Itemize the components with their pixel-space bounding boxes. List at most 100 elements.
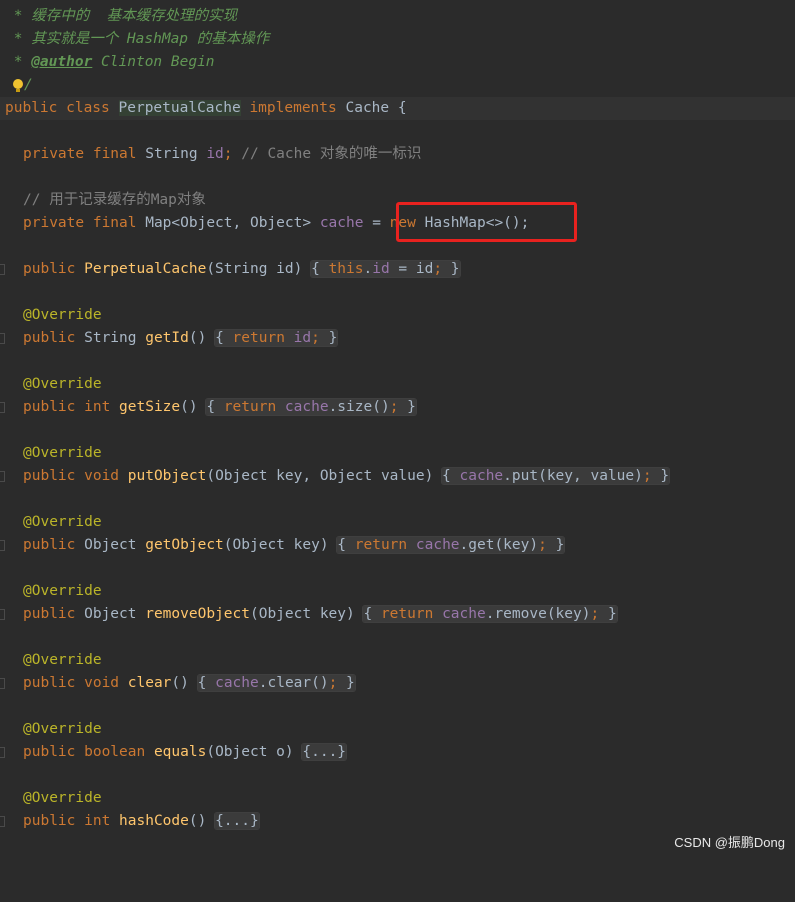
class-name[interactable]: PerpetualCache [118,100,241,116]
folded-body-placeholder[interactable]: {...} [215,813,259,829]
code-line-annotation[interactable]: @Override [0,718,795,741]
folded-body[interactable]: { this.id = id; } [311,261,460,277]
return-type: String [84,330,146,346]
folded-body[interactable]: { return cache.remove(key); } [363,606,617,622]
public-int-keywords: public int [23,813,120,829]
override-annotation: @Override [23,652,102,668]
return-type: Object [84,537,146,553]
code-line-class-declaration[interactable]: public class PerpetualCache implements C… [0,97,795,120]
public-boolean-keywords: public boolean [23,744,154,760]
public-keyword: public [23,330,85,346]
javadoc-text: * 缓存中的 基本缓存处理的实现 [5,8,238,24]
method-name-getsize[interactable]: getSize [119,399,180,415]
field-cache: cache [459,468,504,484]
field-id[interactable]: id [206,146,223,162]
code-line-annotation[interactable]: @Override [0,373,795,396]
brace-open: { [206,399,224,415]
code-line-equals[interactable]: public boolean equals(Object o) {...} [0,741,795,764]
code-line-id-field[interactable]: private final String id; // Cache 对象的唯一标… [0,143,795,166]
brace-close: } [398,399,416,415]
code-line-getsize[interactable]: public int getSize() { return cache.size… [0,396,795,419]
method-name-putobject[interactable]: putObject [128,468,207,484]
folded-body[interactable]: { return cache.get(key); } [337,537,565,553]
fold-marker-icon[interactable] [0,678,5,689]
code-line-doc-2[interactable]: * 其实就是一个 HashMap 的基本操作 [0,28,795,51]
fold-marker-icon[interactable] [0,264,5,275]
constructor-params: (String id) [206,261,312,277]
field-cache: cache [215,675,259,691]
brace-open: { [215,330,233,346]
dot: . [363,261,373,277]
code-line-doc-author[interactable]: * @author Clinton Begin [0,51,795,74]
call-expression: .get(key) [459,537,539,553]
implements-keyword: implements [240,100,346,116]
public-void-keywords: public void [23,675,128,691]
code-line-getobject[interactable]: public Object getObject(Object key) { re… [0,534,795,557]
params: (Object key) [223,537,338,553]
params: (Object o) [206,744,303,760]
code-line-removeobject[interactable]: public Object removeObject(Object key) {… [0,603,795,626]
code-line-constructor[interactable]: public PerpetualCache(String id) { this.… [0,258,795,281]
code-line-annotation[interactable]: @Override [0,511,795,534]
folded-body[interactable]: { return cache.size(); } [206,399,416,415]
folded-body[interactable]: { return id; } [215,330,338,346]
assignment: = id [389,261,434,277]
method-name-hashcode[interactable]: hashCode [119,813,189,829]
brace-close: } [442,261,460,277]
public-keyword: public [23,606,85,622]
constructor-name[interactable]: PerpetualCache [84,261,206,277]
code-line-annotation[interactable]: @Override [0,442,795,465]
fold-marker-icon[interactable] [0,471,5,482]
intention-bulb-icon[interactable] [13,79,23,92]
call-expression: .remove(key) [485,606,591,622]
brace-close: } [651,468,670,484]
override-annotation: @Override [23,514,102,530]
method-name-removeobject[interactable]: removeObject [145,606,250,622]
fold-marker-icon[interactable] [0,402,5,413]
code-line-clear[interactable]: public void clear() { cache.clear(); } [0,672,795,695]
folded-body-placeholder[interactable]: {...} [302,744,347,760]
public-keyword: public [23,261,85,277]
watermark-text: CSDN @振鹏Dong [674,835,785,850]
folded-body[interactable]: { cache.clear(); } [197,675,355,691]
field-id: id [372,261,390,277]
semicolon: ; [433,261,443,277]
method-name-clear[interactable]: clear [128,675,172,691]
method-name-equals[interactable]: equals [154,744,206,760]
code-line-annotation[interactable]: @Override [0,580,795,603]
field-cache[interactable]: cache [320,215,364,231]
modifier-keywords: private final [23,215,146,231]
fold-marker-icon[interactable] [0,333,5,344]
code-line-doc-1[interactable]: * 缓存中的 基本缓存处理的实现 [0,5,795,28]
code-line-hashcode[interactable]: public int hashCode() {...} [0,810,795,833]
return-keyword: return [232,330,294,346]
call-expression: .clear() [258,675,329,691]
field-cache: cache [415,537,460,553]
method-name-getid[interactable]: getId [145,330,189,346]
class-keyword: public class [5,100,119,116]
fold-marker-icon[interactable] [0,747,5,758]
brace-close: } [546,537,565,553]
javadoc-prefix: * [5,54,32,70]
params: (Object key, Object value) [206,468,443,484]
override-annotation: @Override [23,790,102,806]
javadoc-author-tag: @author [31,54,93,70]
return-keyword: return [354,537,416,553]
fold-marker-icon[interactable] [0,540,5,551]
fold-marker-icon[interactable] [0,609,5,620]
code-line-doc-end[interactable]: / [0,74,795,97]
code-line-annotation[interactable]: @Override [0,649,795,672]
fold-marker-icon[interactable] [0,816,5,827]
code-editor[interactable]: * 缓存中的 基本缓存处理的实现 * 其实就是一个 HashMap 的基本操作 … [0,0,795,859]
javadoc-text: * 其实就是一个 HashMap 的基本操作 [5,31,270,47]
code-line-putobject[interactable]: public void putObject(Object key, Object… [0,465,795,488]
code-line-annotation[interactable]: @Override [0,304,795,327]
return-keyword: return [223,399,285,415]
javadoc-end: / [24,77,33,93]
code-line-getid[interactable]: public String getId() { return id; } [0,327,795,350]
code-line-annotation[interactable]: @Override [0,787,795,810]
method-name-getobject[interactable]: getObject [145,537,224,553]
field-type: String [145,146,207,162]
folded-body[interactable]: { cache.put(key, value); } [442,468,670,484]
line-comment: // 用于记录缓存的Map对象 [23,192,206,208]
